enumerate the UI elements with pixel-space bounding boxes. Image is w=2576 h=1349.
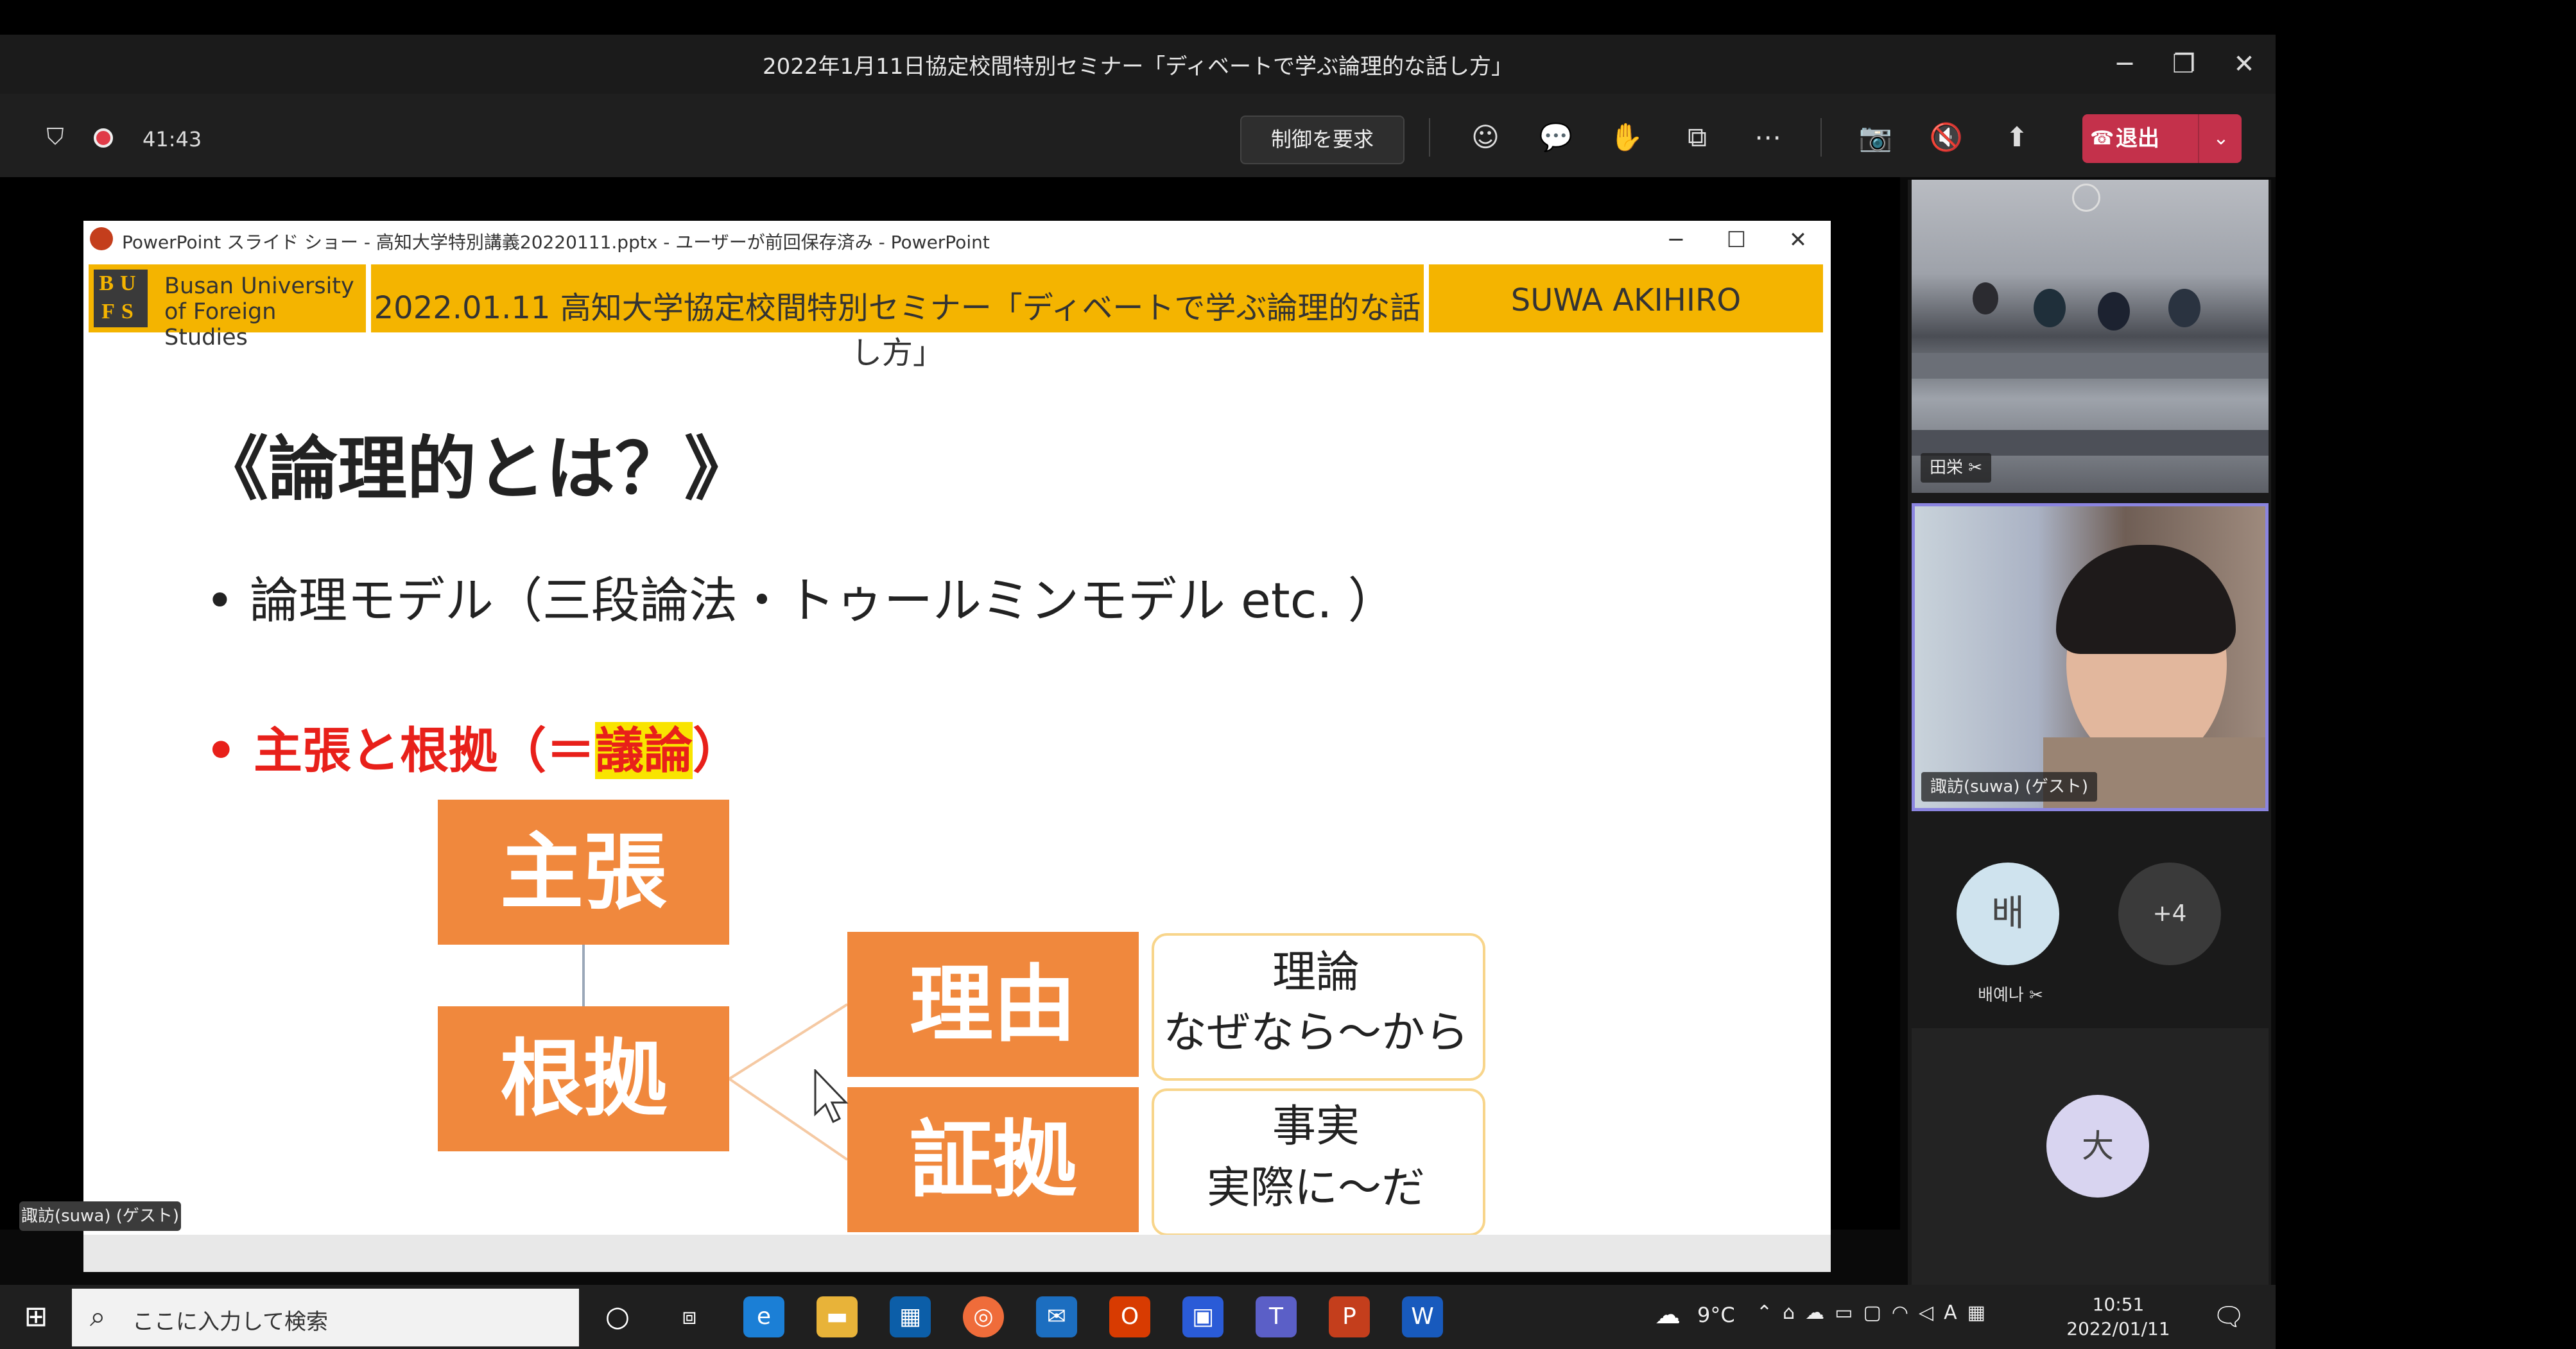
powerpoint-title: PowerPoint スライド ショー - 高知大学特別講義20220111.p…	[122, 232, 990, 253]
share-icon[interactable]: ⬆	[1996, 117, 2037, 158]
meeting-toolbar: ⛉ 41:43 制御を要求 ☺ 💬 ✋ ⧉ ⋯ 📷 🔇 ⬆ ☎ 退出 ⌄	[0, 94, 2276, 177]
mic-muted-icon[interactable]: 🔇	[1926, 117, 1967, 158]
leave-label: 退出	[2116, 126, 2159, 151]
grounds-box: 根拠	[438, 1006, 729, 1151]
video-tile-speaker[interactable]: 諏訪(suwa) (ゲスト)	[1912, 503, 2269, 811]
video-tile-room[interactable]: 田栄 ✂	[1912, 180, 2269, 493]
teams-icon[interactable]: T	[1256, 1296, 1297, 1337]
toolbar-divider	[1820, 118, 1822, 157]
maximize-button[interactable]: ❐	[2158, 44, 2209, 85]
meeting-timer: 41:43	[143, 127, 202, 151]
close-button[interactable]: ✕	[2218, 44, 2270, 85]
reason-line2: なぜなら～から	[1163, 1008, 1469, 1058]
claim-box: 主張	[438, 800, 729, 945]
clock-date: 2022/01/11	[2066, 1318, 2170, 1339]
mic-muted-icon: ✂	[1968, 458, 1983, 477]
evidence-line1: 事実	[1272, 1101, 1360, 1152]
search-icon: ⌕	[90, 1300, 106, 1333]
powerpoint-window: PowerPoint スライド ショー - 高知大学特別講義20220111.p…	[83, 221, 1831, 1272]
weather-icon: ☁	[1655, 1300, 1681, 1330]
participant-panel: 田栄 ✂ 諏訪(suwa) (ゲスト) 배 배예나 ✂ +4 大	[1908, 180, 2271, 1319]
notifications-icon[interactable]: 🗨	[2208, 1296, 2249, 1337]
desk-row	[1912, 430, 2269, 456]
windows-taskbar: ⊞ ⌕ ここに入力して検索 ○ ⧈ e ▬ ▦ ◎ ✉ O ▣ T P W ☁ …	[0, 1285, 2276, 1349]
speaker-name-tag: 諏訪(suwa) (ゲスト)	[1921, 772, 2098, 802]
person-silhouette	[2098, 292, 2130, 331]
powerpoint-status-bar	[83, 1235, 1831, 1272]
recording-icon	[94, 128, 113, 148]
teams-window: 2022年1月11日協定校間特別セミナー「ディベートで学ぶ論理的な話し方」 ─ …	[0, 35, 2276, 1349]
reason-line1: 理論	[1272, 947, 1360, 998]
room-name-tag: 田栄 ✂	[1921, 453, 1992, 483]
powerpoint-title-bar: PowerPoint スライド ショー - 高知大学特別講義20220111.p…	[83, 221, 1831, 260]
app-icon[interactable]: ◎	[963, 1296, 1004, 1337]
powerpoint-taskbar-icon[interactable]: P	[1329, 1296, 1370, 1337]
search-placeholder: ここに入力して検索	[132, 1309, 328, 1335]
reactions-icon[interactable]: ✋	[1606, 117, 1647, 158]
word-icon[interactable]: W	[1402, 1296, 1443, 1337]
powerpoint-icon	[90, 227, 113, 250]
file-explorer-icon[interactable]: ▬	[817, 1296, 858, 1337]
weather-temperature: 9°C	[1697, 1303, 1735, 1327]
participant-name: 배예나	[1978, 986, 2024, 1005]
speaker-hair	[2056, 545, 2236, 654]
person-silhouette	[2168, 289, 2200, 327]
store-icon[interactable]: ▦	[890, 1296, 931, 1337]
request-control-button[interactable]: 制御を要求	[1240, 116, 1405, 164]
edge-icon[interactable]: e	[743, 1296, 784, 1337]
presenter-name-tag: 諏訪(suwa) (ゲスト)	[19, 1201, 181, 1231]
minimize-button[interactable]: ─	[2099, 44, 2150, 85]
evidence-line2: 実際に～だ	[1206, 1163, 1425, 1214]
app-icon[interactable]: ▣	[1182, 1296, 1223, 1337]
ppt-minimize-button[interactable]: ─	[1647, 221, 1705, 259]
title-bar: 2022年1月11日協定校間特別セミナー「ディベートで学ぶ論理的な話し方」 ─ …	[0, 35, 2276, 94]
window-title: 2022年1月11日協定校間特別セミナー「ディベートで学ぶ論理的な話し方」	[762, 54, 1514, 80]
room-name: 田栄	[1930, 458, 1964, 477]
taskbar-search[interactable]: ⌕ ここに入力して検索	[72, 1289, 579, 1346]
slide: BU FS Busan University of Foreign Studie…	[83, 259, 1831, 1235]
clock-icon	[2072, 184, 2100, 212]
task-view-icon[interactable]: ⧈	[669, 1296, 710, 1337]
rooms-icon[interactable]: ⧉	[1677, 117, 1718, 158]
ppt-maximize-button[interactable]: ☐	[1707, 221, 1765, 259]
mouse-cursor-icon	[814, 1069, 849, 1124]
more-participants[interactable]: +4	[2118, 863, 2221, 965]
participants-icon[interactable]: ☺	[1465, 117, 1506, 158]
clock-time: 10:51	[2092, 1294, 2145, 1315]
chat-icon[interactable]: 💬	[1535, 117, 1577, 158]
avatar[interactable]: 배	[1957, 863, 2059, 965]
chevron-down-icon[interactable]: ⌄	[2198, 114, 2243, 163]
ppt-close-button[interactable]: ✕	[1769, 221, 1827, 259]
shield-icon: ⛉	[46, 124, 64, 150]
mail-icon[interactable]: ✉	[1036, 1296, 1077, 1337]
evidence-box: 証拠	[847, 1087, 1139, 1232]
office-icon[interactable]: O	[1109, 1296, 1150, 1337]
self-avatar[interactable]: 大	[2046, 1095, 2149, 1198]
person-silhouette	[1973, 282, 1998, 314]
mic-muted-icon: ✂	[2029, 986, 2043, 1005]
cortana-icon[interactable]: ○	[597, 1296, 638, 1337]
desk-row	[1912, 353, 2269, 379]
more-icon[interactable]: ⋯	[1747, 117, 1788, 158]
toolbar-divider	[1429, 118, 1430, 157]
shared-screen: PowerPoint スライド ショー - 高知大学特別講義20220111.p…	[0, 177, 1900, 1272]
connector-grounds-reason	[728, 1003, 849, 1080]
avatar-name: 배예나 ✂	[1946, 982, 2075, 1006]
person-silhouette	[2034, 289, 2066, 327]
reason-box: 理由	[847, 932, 1139, 1077]
phone-icon: ☎	[2090, 127, 2114, 150]
system-tray-icons[interactable]: ⌃⌂☁▭▢◠◁A▦	[1756, 1302, 1996, 1324]
camera-off-icon[interactable]: 📷	[1855, 117, 1896, 158]
windows-start-icon[interactable]: ⊞	[15, 1296, 56, 1337]
leave-button[interactable]: ☎ 退出 ⌄	[2082, 114, 2242, 163]
taskbar-clock[interactable]: 10:51 2022/01/11	[2061, 1293, 2176, 1341]
